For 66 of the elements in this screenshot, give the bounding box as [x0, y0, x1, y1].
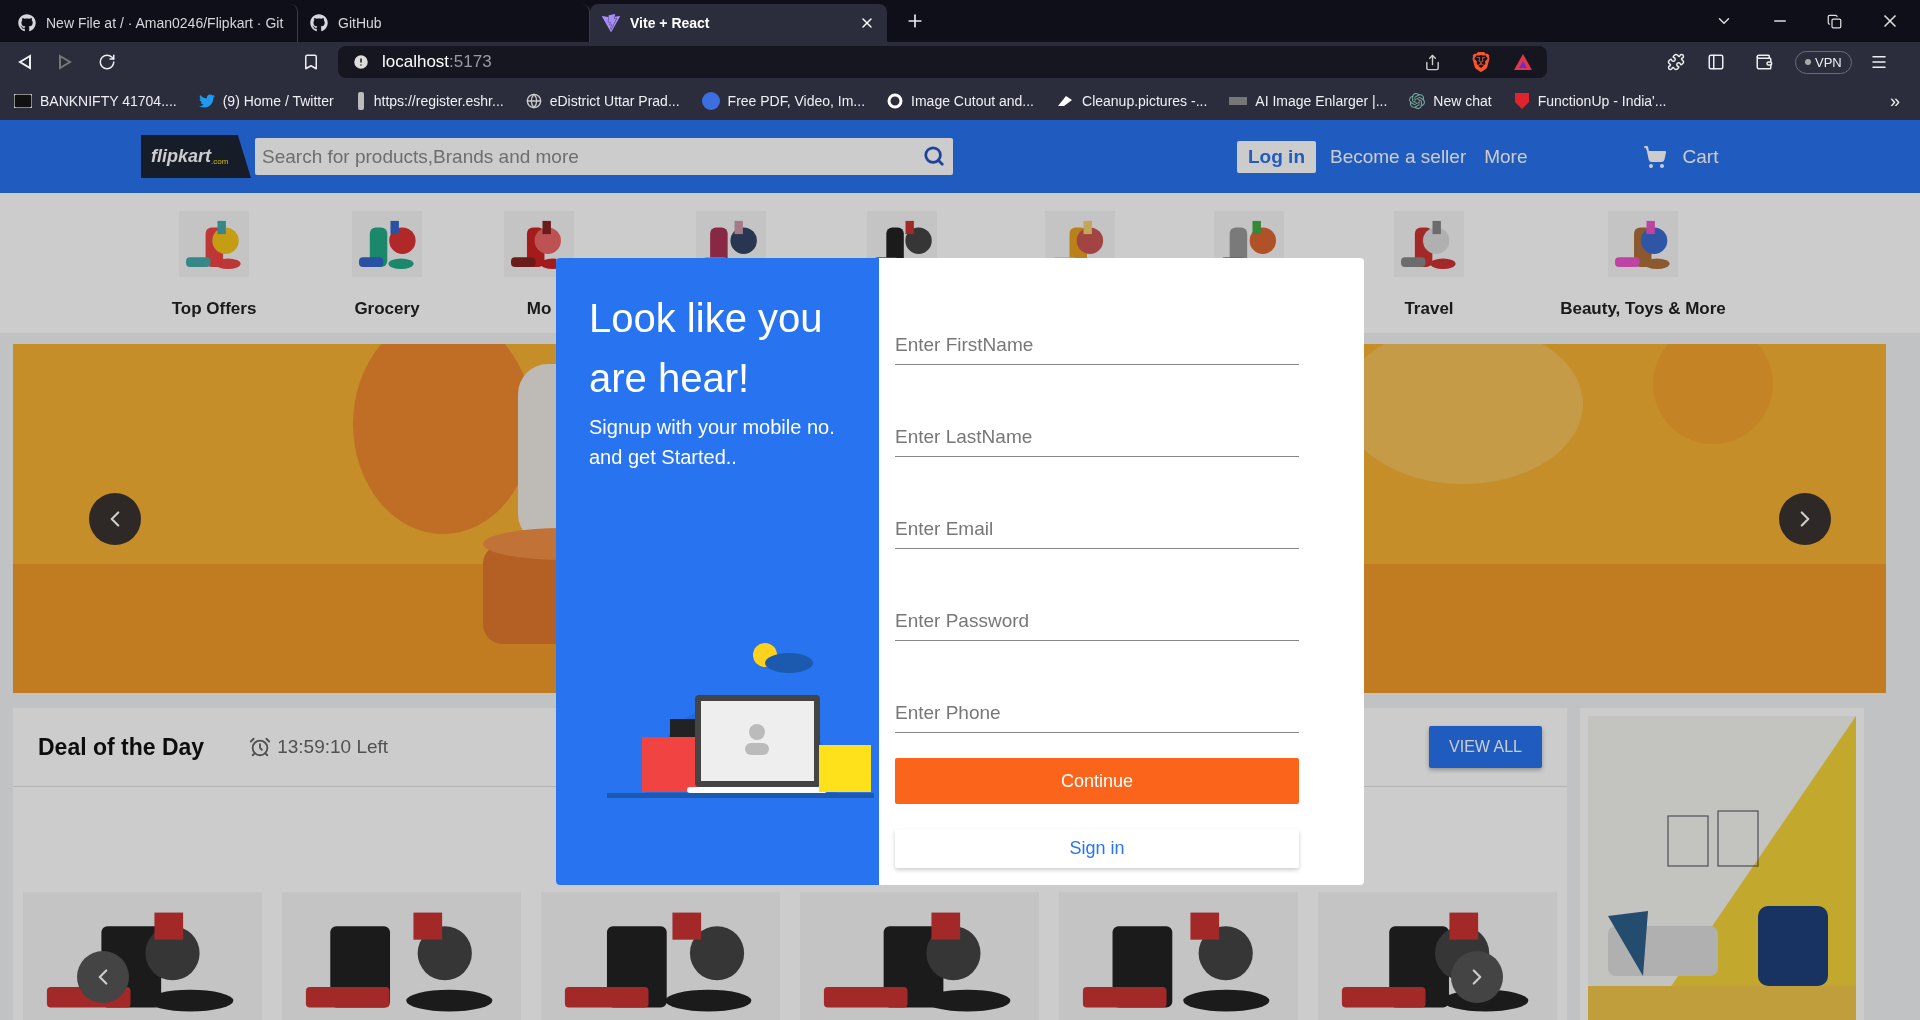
eraser-icon	[1056, 94, 1074, 108]
extensions-icon[interactable]	[1667, 53, 1685, 71]
category-label: Top Offers	[171, 299, 257, 319]
bookmark-label: New chat	[1433, 93, 1492, 109]
cart-link[interactable]: Cart	[1642, 144, 1719, 169]
seller-link[interactable]: Become a seller	[1330, 145, 1467, 168]
dialog-subtitle: Signup with your mobile no. and get Started..	[589, 415, 836, 470]
browser-tab[interactable]: Vite + React	[590, 4, 887, 42]
bird-icon	[198, 93, 215, 109]
bookmark-item[interactable]: Image Cutout and...	[887, 93, 1034, 109]
triangle-icon[interactable]	[1513, 53, 1533, 71]
wallet-icon[interactable]	[1755, 53, 1773, 71]
cart-icon	[1642, 144, 1667, 169]
category-label: Beauty, Toys & More	[1560, 299, 1726, 319]
bookmark-label: (9) Home / Twitter	[222, 93, 334, 109]
view-all-button[interactable]: VIEW ALL	[1429, 726, 1542, 768]
info-icon[interactable]	[352, 53, 370, 71]
share-icon[interactable]	[1424, 53, 1441, 71]
url-text: localhost:5173	[382, 52, 492, 72]
sidebar-icon[interactable]	[1707, 53, 1725, 71]
dialog-heading: Look like you are hear!	[589, 295, 824, 402]
bookmark-item[interactable]: FunctionUp - India'...	[1513, 92, 1667, 110]
bookmark-label: eDistrict Uttar Prad...	[549, 93, 680, 109]
section-title: Deal of the Day	[38, 733, 205, 761]
alarm-clock-icon	[249, 736, 272, 758]
bookmark-label: FunctionUp - India'...	[1537, 93, 1667, 109]
bookmark-label: Cleanup.pictures -...	[1082, 93, 1208, 109]
more-link[interactable]: More	[1484, 145, 1528, 168]
reload-icon[interactable]	[98, 53, 116, 71]
bookmark-label: BANKNIFTY 41704....	[40, 93, 177, 109]
bookmark-item[interactable]: https://register.eshr...	[355, 92, 504, 110]
bookmark-item[interactable]: AI Image Enlarger |...	[1229, 93, 1388, 109]
address-bar[interactable]: localhost:5173	[338, 46, 1547, 78]
back-icon[interactable]	[18, 54, 32, 70]
lion-icon[interactable]	[1471, 52, 1491, 72]
github-icon	[18, 14, 36, 32]
bookmark-item[interactable]: Cleanup.pictures -...	[1056, 93, 1208, 109]
menu-icon[interactable]	[1869, 53, 1888, 71]
restore-icon[interactable]	[1827, 13, 1842, 29]
category-label: Mo	[526, 299, 552, 319]
search-icon[interactable]	[923, 145, 945, 167]
bookmark-label: https://register.eshr...	[373, 93, 504, 109]
bookmark-item[interactable]: New chat	[1409, 93, 1492, 109]
bookmark-label: AI Image Enlarger |...	[1255, 93, 1388, 109]
shield-icon	[1513, 92, 1530, 110]
bookmark-item[interactable]: eDistrict Uttar Prad...	[525, 93, 680, 109]
github-icon	[310, 14, 328, 32]
forward-icon[interactable]	[58, 54, 72, 70]
knot-icon	[1409, 93, 1426, 109]
more-bookmarks-button[interactable]: »	[1890, 90, 1906, 112]
bookmark-icon[interactable]	[302, 53, 320, 71]
bookmark-item[interactable]: Free PDF, Video, Im...	[701, 92, 866, 110]
bookmark-label: Free PDF, Video, Im...	[727, 93, 866, 109]
ring-icon	[887, 93, 904, 109]
lightning-icon	[602, 14, 620, 32]
category-label: Grocery	[354, 299, 420, 319]
emblem-icon	[355, 92, 366, 110]
bookmark-item[interactable]: (9) Home / Twitter	[198, 93, 334, 109]
globe-icon	[525, 93, 542, 109]
sign-in-button[interactable]: Sign in	[895, 829, 1299, 868]
bookmark-label: Image Cutout and...	[911, 93, 1034, 109]
countdown-timer: 13:59:10 Left	[249, 736, 389, 758]
category-label: Travel	[1404, 299, 1454, 319]
search-field[interactable]: Search for products,Brands and more	[255, 138, 953, 175]
login-button[interactable]: Log in	[1237, 140, 1316, 173]
bookmark-item[interactable]: BANKNIFTY 41704....	[14, 93, 177, 109]
